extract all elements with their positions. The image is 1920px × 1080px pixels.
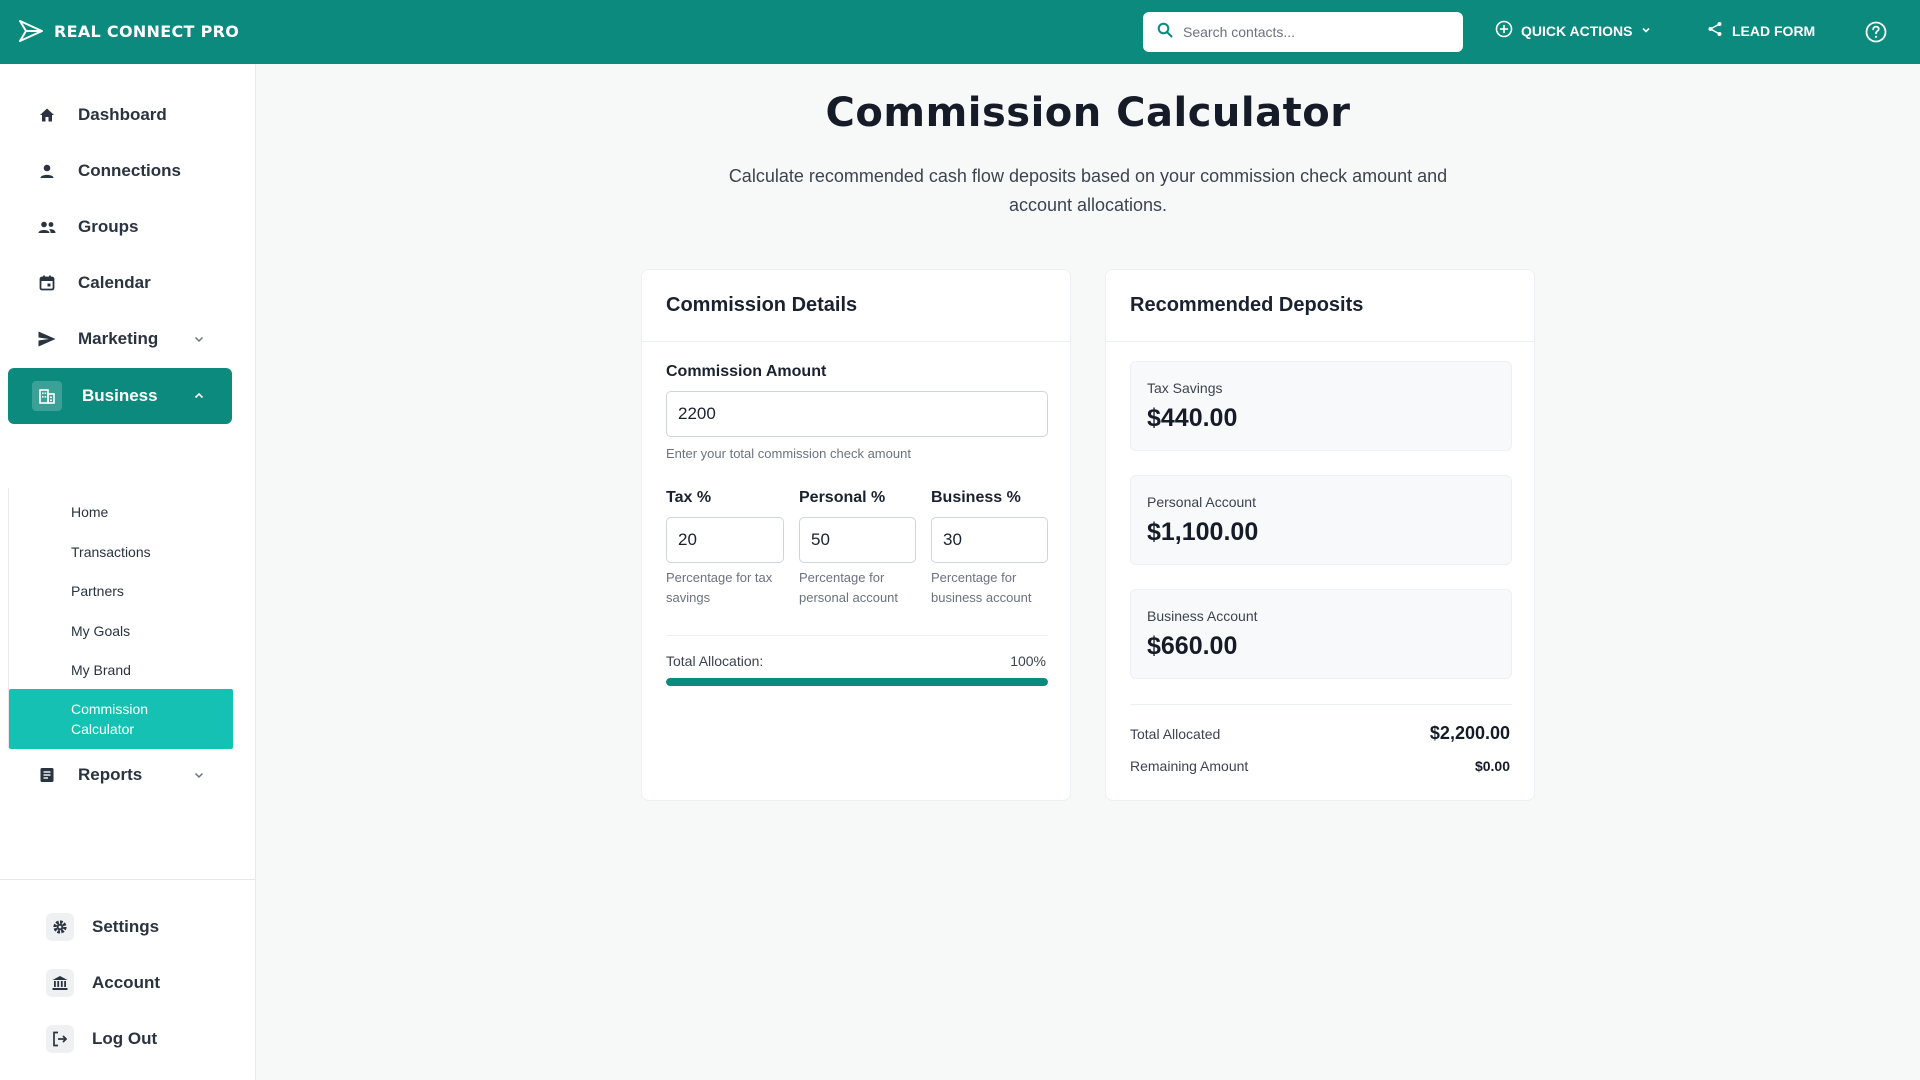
calendar-icon [36,272,58,294]
logout-icon [46,1025,74,1053]
business-account-label: Business Account [1147,608,1258,624]
sidebar-item-groups[interactable]: Groups [8,199,232,255]
tax-percent-label: Tax % [666,489,712,506]
tax-savings-tile: Tax Savings $440.00 [1130,361,1512,451]
totals-divider [1130,704,1512,705]
commission-amount-input[interactable] [666,391,1048,437]
page-description: Calculate recommended cash flow deposits… [728,166,1448,215]
page-title: Commission Calculator [825,90,1351,136]
subnav-item-my-brand[interactable]: My Brand [9,662,233,678]
logout-label: Log Out [92,1029,158,1048]
sidebar-item-label: Business [82,386,158,405]
tax-savings-value: $440.00 [1147,404,1238,432]
business-account-value: $660.00 [1147,632,1238,660]
tax-percent-hint: Percentage for tax savings [666,570,773,605]
allocation-progress-bar [666,678,1048,686]
chevron-down-icon [192,767,206,787]
sidebar-item-label: Dashboard [78,105,167,124]
business-percent-hint: Percentage for business account [931,570,1032,605]
total-allocated-value: $2,200.00 [1429,723,1510,743]
quick-actions-button[interactable]: QUICK ACTIONS [1495,20,1652,41]
sidebar-item-label: Reports [78,765,143,784]
gear-icon [46,913,74,941]
chevron-up-icon [192,388,206,408]
settings-label: Settings [92,917,160,936]
personal-account-label: Personal Account [1147,494,1256,510]
sidebar-item-dashboard[interactable]: Dashboard [8,87,232,143]
brand[interactable]: REAL CONNECT PRO [18,18,239,44]
quick-actions-label: QUICK ACTIONS [1521,22,1633,39]
remaining-amount-label: Remaining Amount [1130,758,1249,774]
card-title: Recommended Deposits [1106,270,1534,342]
send-icon [36,328,58,350]
home-icon [36,104,58,126]
remaining-amount-value: $0.00 [1474,758,1510,774]
brand-name: REAL CONNECT PRO [54,21,240,41]
sidebar-item-connections[interactable]: Connections [8,143,232,199]
person-icon [36,160,58,182]
sidebar-item-reports[interactable]: Reports [8,747,232,803]
tax-savings-label: Tax Savings [1147,380,1223,396]
sidebar-item-label: Groups [78,217,139,236]
plus-circle-icon [1495,20,1513,41]
top-bar: REAL CONNECT PRO QUICK ACTIONS LEAD FORM [0,0,1920,64]
account-link[interactable]: Account [46,969,160,997]
account-label: Account [92,973,160,992]
sidebar-item-label: Connections [78,161,181,180]
help-icon[interactable] [1864,20,1888,49]
business-submenu: Home Transactions Partners My Goals My B… [8,488,233,749]
sidebar: Dashboard Connections Groups Calendar Ma… [0,64,256,1080]
tax-percent-input[interactable] [666,517,784,563]
commission-amount-label: Commission Amount [666,363,827,380]
settings-link[interactable]: Settings [46,913,159,941]
personal-percent-hint: Percentage for personal account [799,570,899,605]
business-account-tile: Business Account $660.00 [1130,589,1512,679]
building-icon [32,381,62,411]
personal-percent-label: Personal % [799,489,886,506]
subnav-item-partners[interactable]: Partners [9,583,233,599]
personal-account-value: $1,100.00 [1147,518,1259,546]
sidebar-item-business[interactable]: Business [8,368,232,424]
sidebar-item-label: Calendar [78,273,151,292]
commission-amount-hint: Enter your total commission check amount [666,446,911,461]
personal-percent-input[interactable] [799,517,916,563]
total-allocation-label: Total Allocation: [666,653,764,669]
search-input[interactable] [1183,24,1453,40]
search-icon [1157,22,1173,43]
business-percent-input[interactable] [931,517,1048,563]
subnav-item-my-goals[interactable]: My Goals [9,623,233,639]
lead-form-label: LEAD FORM [1732,22,1816,39]
total-allocation-value: 100% [1010,653,1046,669]
search-box[interactable] [1143,12,1463,52]
card-title: Commission Details [642,270,1070,342]
business-percent-label: Business % [931,489,1021,506]
sidebar-item-calendar[interactable]: Calendar [8,255,232,311]
subnav-item-transactions[interactable]: Transactions [9,544,233,560]
subnav-item-commission-calculator[interactable]: Commission Calculator [9,689,233,749]
allocation-divider [666,635,1048,636]
allocation-progress-fill [666,678,1048,686]
group-icon [36,216,58,238]
lead-form-button[interactable]: LEAD FORM [1706,20,1815,41]
sidebar-item-label: Marketing [78,329,159,348]
total-allocated-label: Total Allocated [1130,726,1221,742]
document-icon [36,764,58,786]
logout-link[interactable]: Log Out [46,1025,157,1053]
sidebar-item-marketing[interactable]: Marketing [8,311,232,367]
subnav-item-home[interactable]: Home [9,504,233,520]
chevron-down-icon [192,331,206,351]
commission-details-card: Commission Details Commission Amount Ent… [641,269,1071,801]
personal-account-tile: Personal Account $1,100.00 [1130,475,1512,565]
share-icon [1706,20,1724,41]
chevron-down-icon [1640,23,1652,39]
bank-icon [46,969,74,997]
logo-icon [18,18,44,44]
sidebar-divider [0,879,256,880]
recommended-deposits-card: Recommended Deposits Tax Savings $440.00… [1105,269,1535,801]
